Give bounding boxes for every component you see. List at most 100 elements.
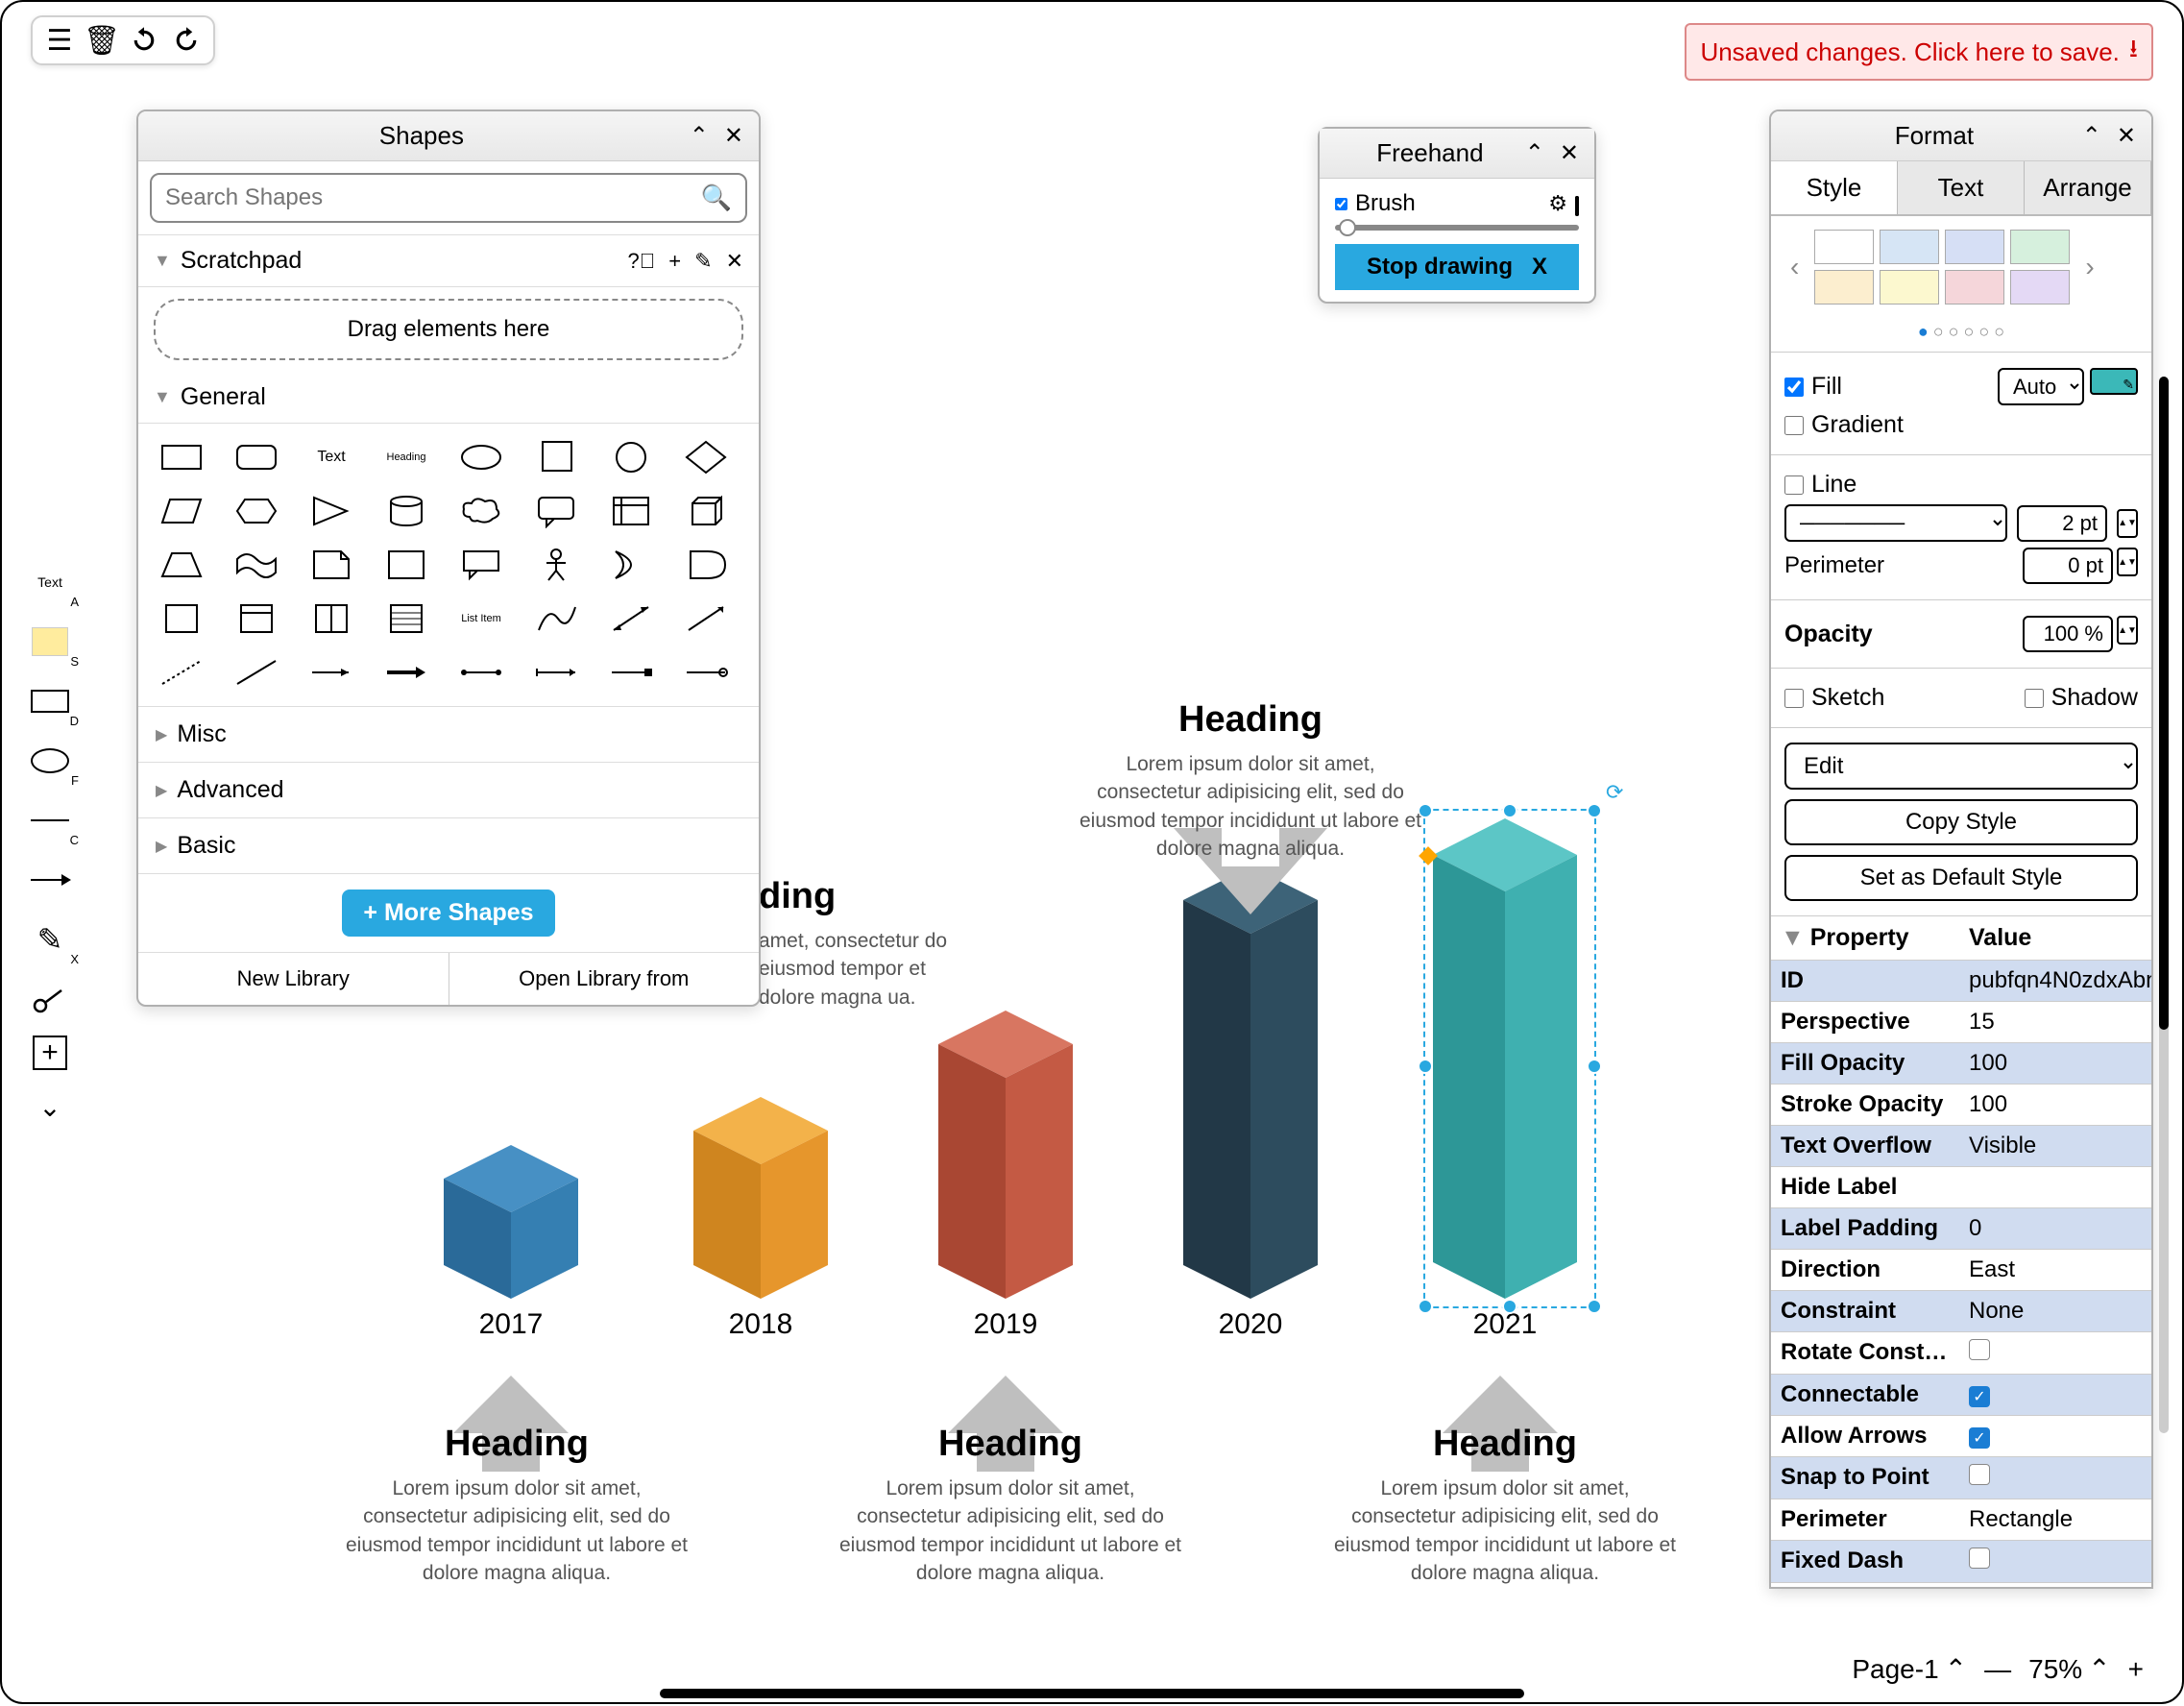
brush-size-slider[interactable] xyxy=(1335,225,1579,231)
shape-callout-rect[interactable] xyxy=(453,543,509,587)
general-section[interactable]: ▼General xyxy=(138,372,759,424)
swatch-7[interactable] xyxy=(1945,270,2004,305)
property-row[interactable]: Stroke Opacity100 xyxy=(1771,1085,2151,1126)
format-scrollbar[interactable] xyxy=(2159,377,2169,1433)
close-icon[interactable]: ✕ xyxy=(1560,139,1579,167)
shape-triangle[interactable] xyxy=(303,489,359,533)
swatch-6[interactable] xyxy=(1880,270,1939,305)
perimeter-stepper[interactable]: ▲▼ xyxy=(2117,548,2138,576)
note-tool[interactable]: S xyxy=(27,619,73,665)
shape-square[interactable] xyxy=(528,435,584,479)
arrow-tool[interactable] xyxy=(27,857,73,903)
shape-cloud[interactable] xyxy=(453,489,509,533)
shadow-checkbox[interactable] xyxy=(2025,689,2044,708)
collapse-icon[interactable]: ⌃ xyxy=(2082,122,2101,150)
shape-rounded-rect[interactable] xyxy=(229,435,284,479)
open-library-button[interactable]: Open Library from xyxy=(449,953,760,1005)
property-row[interactable]: Text OverflowVisible xyxy=(1771,1126,2151,1167)
selection-box[interactable]: ⟳ xyxy=(1423,809,1596,1308)
property-row[interactable]: Connectable✓ xyxy=(1771,1375,2151,1416)
shape-bidir-arrow[interactable] xyxy=(603,597,659,641)
fill-mode-select[interactable]: Auto xyxy=(1998,368,2084,405)
waypoint-tool[interactable] xyxy=(27,976,73,1022)
shape-card[interactable] xyxy=(378,543,434,587)
stop-drawing-button[interactable]: Stop drawingX xyxy=(1335,244,1579,290)
shape-datastore[interactable] xyxy=(154,597,209,641)
edit-style-select[interactable]: Edit xyxy=(1784,743,2138,790)
property-row[interactable]: Fill Opacity100 xyxy=(1771,1043,2151,1085)
line-checkbox[interactable] xyxy=(1784,475,1804,495)
property-row[interactable]: Snap to Point xyxy=(1771,1457,2151,1499)
property-row[interactable]: IDpubfqn4N0zdxAbnbV6L2-6 xyxy=(1771,961,2151,1002)
property-row[interactable]: DirectionEast xyxy=(1771,1250,2151,1291)
rectangle-tool[interactable]: D xyxy=(27,678,73,724)
ellipse-tool[interactable]: F xyxy=(27,738,73,784)
shape-trapezoid[interactable] xyxy=(154,543,209,587)
property-row[interactable]: Rotate Constr… xyxy=(1771,1332,2151,1375)
page-selector[interactable]: Page-1⌃ xyxy=(1852,1653,1967,1685)
shape-or[interactable] xyxy=(603,543,659,587)
fill-color-button[interactable]: ✎ xyxy=(2090,368,2138,395)
remove-icon[interactable]: ✕ xyxy=(726,249,743,274)
shape-internal-storage[interactable] xyxy=(603,489,659,533)
property-row[interactable]: Perspective15 xyxy=(1771,1002,2151,1043)
sketch-checkbox[interactable] xyxy=(1784,689,1804,708)
shape-heading[interactable]: Heading xyxy=(378,435,434,479)
shape-dashed-line[interactable] xyxy=(154,650,209,695)
shape-conn-1[interactable] xyxy=(453,650,509,695)
close-icon[interactable]: ✕ xyxy=(2117,122,2136,150)
add-tool[interactable]: + xyxy=(33,1036,67,1070)
line-tool[interactable]: C xyxy=(27,797,73,843)
property-row[interactable]: Label Padding0 xyxy=(1771,1208,2151,1250)
tab-style[interactable]: Style xyxy=(1771,161,1898,214)
shape-conn-3[interactable] xyxy=(603,650,659,695)
edit-icon[interactable]: ✎ xyxy=(694,249,712,274)
freehand-tool[interactable]: ✎X xyxy=(27,916,73,963)
shapes-panel-header[interactable]: Shapes ⌃✕ xyxy=(138,111,759,161)
shape-list[interactable] xyxy=(378,597,434,641)
shape-conn-2[interactable] xyxy=(528,650,584,695)
shape-arrow-thin[interactable] xyxy=(303,650,359,695)
opacity-stepper[interactable]: ▲▼ xyxy=(2117,616,2138,645)
new-library-button[interactable]: New Library xyxy=(138,953,449,1005)
shape-line-plain[interactable] xyxy=(229,650,284,695)
fill-checkbox[interactable] xyxy=(1784,378,1804,397)
tab-text[interactable]: Text xyxy=(1898,161,2025,214)
undo-icon[interactable] xyxy=(127,23,161,58)
more-shapes-button[interactable]: + More Shapes xyxy=(342,890,554,937)
gear-icon[interactable]: ⚙ xyxy=(1548,191,1567,215)
swatch-4[interactable] xyxy=(2010,230,2070,264)
horizontal-scrollbar[interactable] xyxy=(660,1689,1524,1698)
shape-arrow-thick[interactable] xyxy=(378,650,434,695)
close-icon[interactable]: ✕ xyxy=(724,122,743,150)
shape-conn-4[interactable] xyxy=(678,650,734,695)
swatch-2[interactable] xyxy=(1880,230,1939,264)
zoom-in-button[interactable]: + xyxy=(2128,1654,2144,1685)
swatch-3[interactable] xyxy=(1945,230,2004,264)
freehand-panel-header[interactable]: Freehand ⌃✕ xyxy=(1320,129,1594,179)
property-row[interactable]: Container xyxy=(1771,1583,2151,1589)
unsaved-changes-banner[interactable]: Unsaved changes. Click here to save. ⭳ xyxy=(1685,23,2153,81)
shape-curve[interactable] xyxy=(528,597,584,641)
property-row[interactable]: Allow Arrows✓ xyxy=(1771,1416,2151,1457)
advanced-section[interactable]: ▶Advanced xyxy=(138,763,759,818)
shape-tape[interactable] xyxy=(229,543,284,587)
scratchpad-section[interactable]: ▼Scratchpad ?⃝+✎✕ xyxy=(138,235,759,287)
scratchpad-dropzone[interactable]: Drag elements here xyxy=(154,299,743,360)
zoom-level[interactable]: 75%⌃ xyxy=(2028,1653,2111,1685)
redo-icon[interactable] xyxy=(169,23,204,58)
shape-note[interactable] xyxy=(303,543,359,587)
swatch-5[interactable] xyxy=(1814,270,1874,305)
search-icon[interactable]: 🔍 xyxy=(701,183,732,213)
shape-hsplit[interactable] xyxy=(303,597,359,641)
shape-listitem[interactable]: List Item xyxy=(453,597,509,641)
collapse-icon[interactable]: ⌃ xyxy=(690,122,709,150)
basic-section[interactable]: ▶Basic xyxy=(138,818,759,874)
line-width-input[interactable] xyxy=(2017,505,2107,542)
add-icon[interactable]: + xyxy=(668,249,681,274)
swatch-1[interactable] xyxy=(1814,230,1874,264)
format-panel-header[interactable]: Format ⌃✕ xyxy=(1771,111,2151,161)
shape-hexagon[interactable] xyxy=(229,489,284,533)
brush-checkbox[interactable] xyxy=(1335,198,1347,210)
property-row[interactable]: PerimeterRectangle xyxy=(1771,1499,2151,1541)
